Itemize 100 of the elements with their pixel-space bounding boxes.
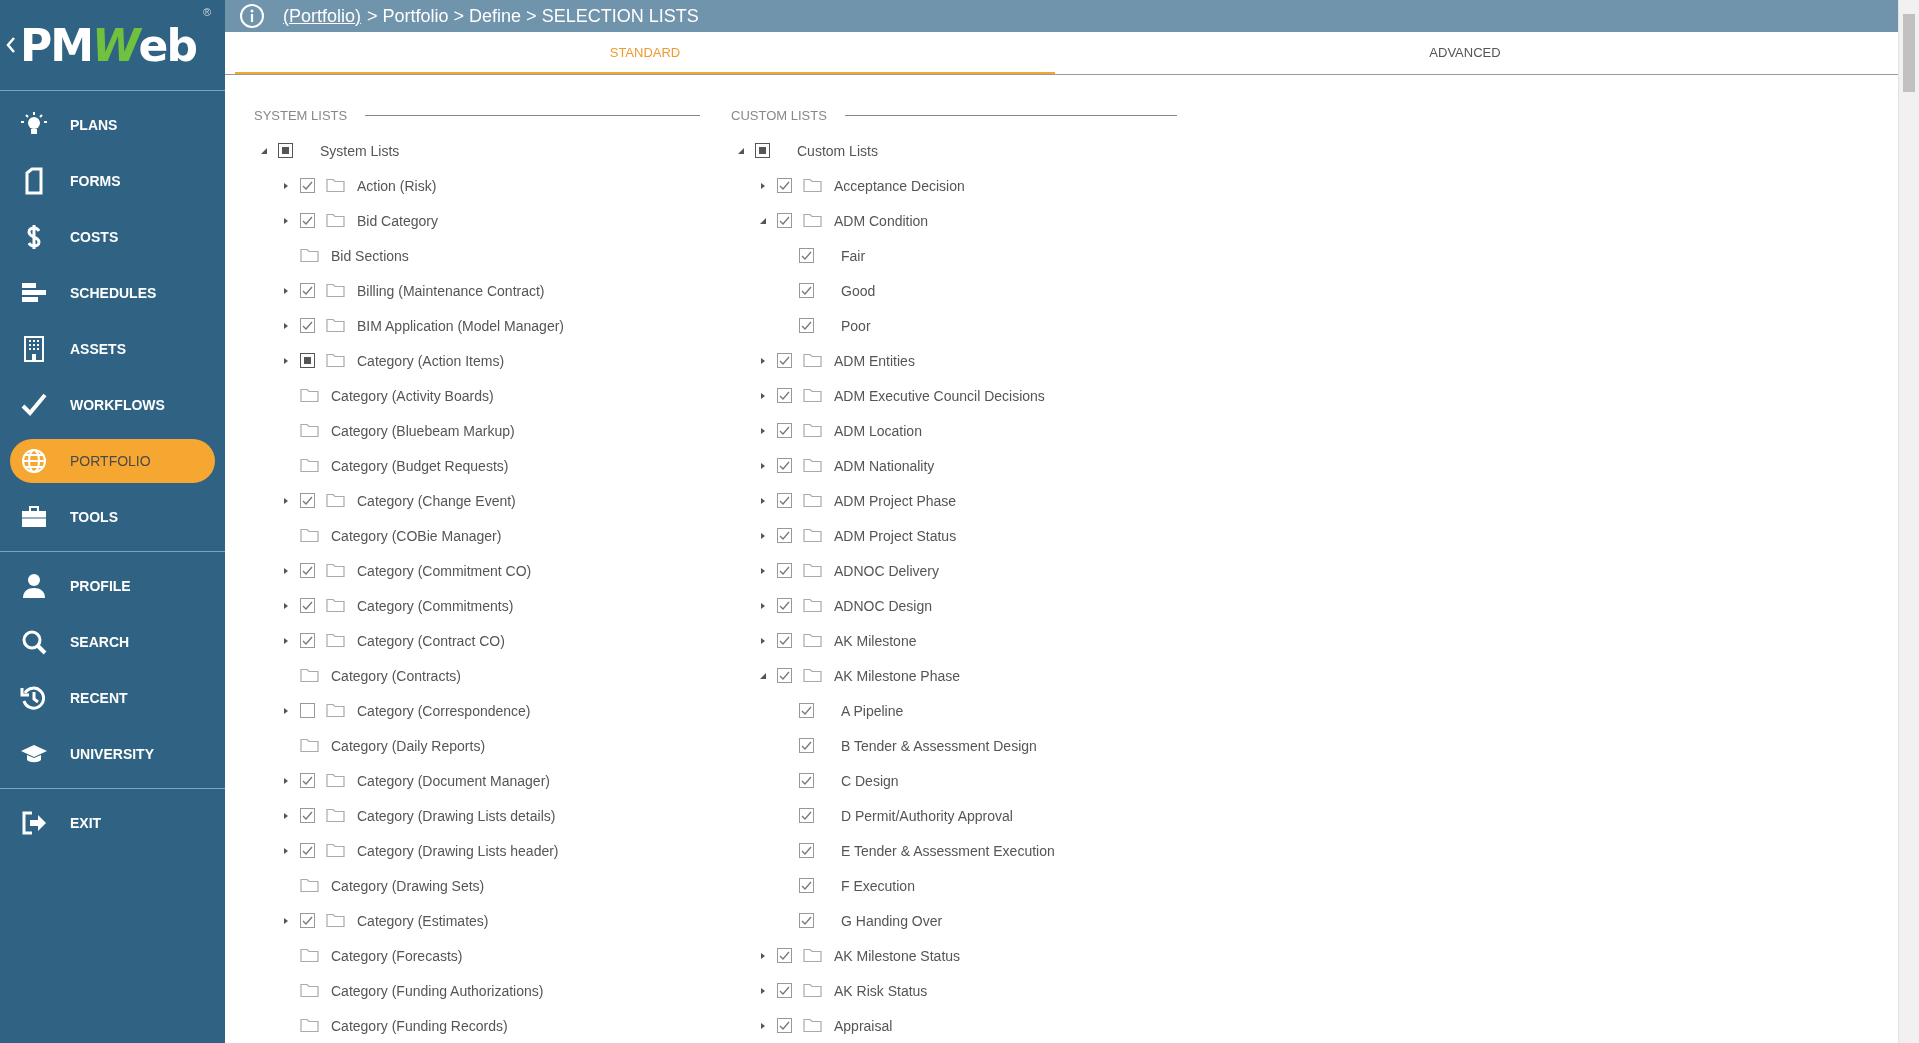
tree-item-label[interactable]: Bid Sections bbox=[331, 247, 409, 264]
checkbox[interactable] bbox=[799, 878, 814, 893]
tree-item-label[interactable]: D Permit/Authority Approval bbox=[841, 807, 1013, 824]
expand-arrow-icon[interactable] bbox=[759, 356, 767, 365]
nav-item[interactable]: FORMS bbox=[10, 159, 215, 203]
tree-item-label[interactable]: ADM Project Status bbox=[834, 527, 957, 544]
tree-item-label[interactable]: Category (Change Event) bbox=[357, 492, 516, 509]
tree-item-label[interactable]: A Pipeline bbox=[841, 702, 904, 719]
nav-item[interactable]: PORTFOLIO bbox=[10, 439, 215, 483]
nav-item[interactable]: UNIVERSITY bbox=[10, 732, 215, 776]
expand-arrow-icon[interactable] bbox=[759, 601, 767, 610]
checkbox[interactable] bbox=[755, 143, 770, 158]
tree-item-label[interactable]: Category (Action Items) bbox=[357, 352, 505, 369]
collapse-arrow-icon[interactable] bbox=[737, 146, 745, 155]
tree-item-label[interactable]: BIM Application (Model Manager) bbox=[357, 317, 564, 334]
tree-item-label[interactable]: Action (Risk) bbox=[357, 177, 437, 194]
checkbox[interactable] bbox=[799, 843, 814, 858]
checkbox[interactable] bbox=[777, 528, 792, 543]
checkbox[interactable] bbox=[777, 983, 792, 998]
tree-item-label[interactable]: Category (Contract CO) bbox=[357, 632, 505, 649]
collapse-arrow-icon[interactable] bbox=[260, 146, 268, 155]
checkbox[interactable] bbox=[799, 773, 814, 788]
checkbox[interactable] bbox=[300, 633, 315, 648]
checkbox[interactable] bbox=[777, 668, 792, 683]
nav-item[interactable]: PLANS bbox=[10, 103, 215, 147]
tree-item-label[interactable]: Category (Commitments) bbox=[357, 597, 514, 614]
tree-item-label[interactable]: Category (Drawing Lists details) bbox=[357, 807, 556, 824]
tree-item-label[interactable]: Category (Commitment CO) bbox=[357, 562, 532, 579]
tree-item-label[interactable]: Category (COBie Manager) bbox=[331, 527, 502, 544]
expand-arrow-icon[interactable] bbox=[759, 181, 767, 190]
tree-item-label[interactable]: F Execution bbox=[841, 877, 915, 894]
tree-item-label[interactable]: AK Milestone Status bbox=[834, 947, 961, 964]
checkbox[interactable] bbox=[799, 808, 814, 823]
tree-item-label[interactable]: ADM Entities bbox=[834, 352, 915, 369]
checkbox[interactable] bbox=[300, 563, 315, 578]
expand-arrow-icon[interactable] bbox=[759, 391, 767, 400]
back-chevron-icon[interactable] bbox=[6, 36, 16, 54]
checkbox[interactable] bbox=[799, 913, 814, 928]
nav-item[interactable]: ASSETS bbox=[10, 327, 215, 371]
tree-item-label[interactable]: Category (Activity Boards) bbox=[331, 387, 494, 404]
checkbox[interactable] bbox=[300, 773, 315, 788]
expand-arrow-icon[interactable] bbox=[759, 566, 767, 575]
checkbox[interactable] bbox=[777, 213, 792, 228]
tree-item-label[interactable]: Category (Drawing Lists header) bbox=[357, 842, 559, 859]
tree-item-label[interactable]: Poor bbox=[841, 317, 871, 334]
checkbox[interactable] bbox=[300, 843, 315, 858]
checkbox[interactable] bbox=[799, 703, 814, 718]
expand-arrow-icon[interactable] bbox=[282, 846, 290, 855]
nav-item[interactable]: SCHEDULES bbox=[10, 271, 215, 315]
checkbox[interactable] bbox=[300, 913, 315, 928]
tree-item-label[interactable]: System Lists bbox=[320, 142, 400, 159]
expand-arrow-icon[interactable] bbox=[759, 951, 767, 960]
checkbox[interactable] bbox=[777, 1018, 792, 1033]
tree-item-label[interactable]: Category (Correspondence) bbox=[357, 702, 531, 719]
tree-item-label[interactable]: ADM Project Phase bbox=[834, 492, 957, 509]
nav-item[interactable]: WORKFLOWS bbox=[10, 383, 215, 427]
expand-arrow-icon[interactable] bbox=[282, 916, 290, 925]
tree-item-label[interactable]: G Handing Over bbox=[841, 912, 943, 929]
checkbox[interactable] bbox=[300, 178, 315, 193]
tree-item-label[interactable]: ADM Executive Council Decisions bbox=[834, 387, 1045, 404]
collapse-arrow-icon[interactable] bbox=[759, 671, 767, 680]
collapse-arrow-icon[interactable] bbox=[759, 216, 767, 225]
info-icon[interactable] bbox=[239, 3, 265, 30]
tree-item-label[interactable]: Category (Contracts) bbox=[331, 667, 461, 684]
checkbox[interactable] bbox=[777, 423, 792, 438]
expand-arrow-icon[interactable] bbox=[759, 461, 767, 470]
expand-arrow-icon[interactable] bbox=[759, 1021, 767, 1030]
tree-item-label[interactable]: Bid Category bbox=[357, 212, 438, 229]
expand-arrow-icon[interactable] bbox=[759, 426, 767, 435]
checkbox[interactable] bbox=[777, 948, 792, 963]
tree-item-label[interactable]: Category (Budget Requests) bbox=[331, 457, 509, 474]
tree-item-label[interactable]: AK Milestone bbox=[834, 632, 917, 649]
tree-item-label[interactable]: ADM Nationality bbox=[834, 457, 935, 474]
expand-arrow-icon[interactable] bbox=[282, 601, 290, 610]
checkbox[interactable] bbox=[300, 598, 315, 613]
tree-item-label[interactable]: Category (Funding Authorizations) bbox=[331, 982, 544, 999]
checkbox[interactable] bbox=[777, 353, 792, 368]
expand-arrow-icon[interactable] bbox=[282, 356, 290, 365]
checkbox[interactable] bbox=[799, 318, 814, 333]
nav-item[interactable]: SEARCH bbox=[10, 620, 215, 664]
expand-arrow-icon[interactable] bbox=[282, 496, 290, 505]
tree-item-label[interactable]: ADNOC Delivery bbox=[834, 562, 939, 579]
tree-item-label[interactable]: Category (Daily Reports) bbox=[331, 737, 486, 754]
checkbox[interactable] bbox=[777, 178, 792, 193]
checkbox[interactable] bbox=[777, 493, 792, 508]
tree-item-label[interactable]: Good bbox=[841, 282, 876, 299]
expand-arrow-icon[interactable] bbox=[282, 776, 290, 785]
checkbox[interactable] bbox=[777, 458, 792, 473]
checkbox[interactable] bbox=[300, 493, 315, 508]
nav-item[interactable]: PROFILE bbox=[10, 564, 215, 608]
checkbox[interactable] bbox=[799, 248, 814, 263]
checkbox[interactable] bbox=[300, 283, 315, 298]
checkbox[interactable] bbox=[799, 738, 814, 753]
tree-item-label[interactable]: B Tender & Assessment Design bbox=[841, 737, 1037, 754]
tree-item-label[interactable]: AK Milestone Phase bbox=[834, 667, 961, 684]
tree-item-label[interactable]: Category (Drawing Sets) bbox=[331, 877, 485, 894]
tree-item-label[interactable]: ADM Condition bbox=[834, 212, 929, 229]
tree-item-label[interactable]: Category (Document Manager) bbox=[357, 772, 550, 789]
expand-arrow-icon[interactable] bbox=[282, 181, 290, 190]
expand-arrow-icon[interactable] bbox=[282, 321, 290, 330]
